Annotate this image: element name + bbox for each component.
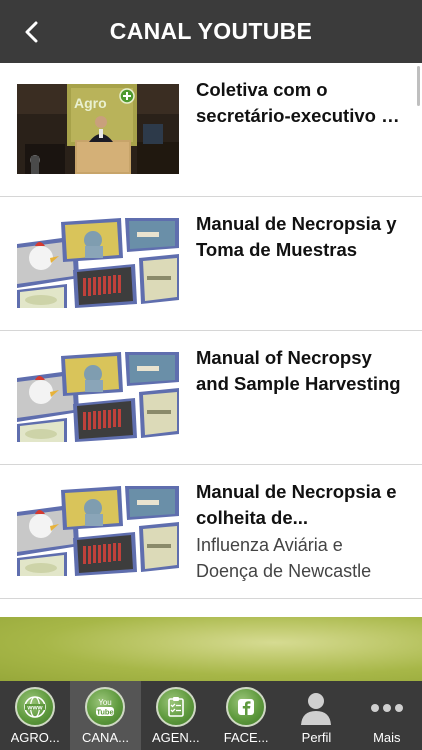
scrollbar[interactable] (417, 66, 420, 106)
more-dots-icon (370, 704, 403, 712)
user-profile-icon (301, 693, 332, 725)
video-item-manual-necropsy-en[interactable]: Manual of Necropsy and Sample Harvesting (0, 331, 422, 465)
tab-agenda[interactable]: AGEN... (141, 681, 211, 750)
video-item-manual-necropsia-es[interactable]: Manual de Necropsia y Toma de Muestras (0, 197, 422, 331)
svg-text:www: www (27, 705, 44, 712)
tab-label: AGRO... (10, 730, 60, 745)
video-item-manual-necropsia-pt[interactable]: Manual de Necropsia e colheita de... Inf… (0, 465, 422, 599)
facebook-icon (238, 699, 255, 715)
youtube-icon: You Tube (96, 698, 115, 716)
tab-perfil[interactable]: Perfil (281, 681, 351, 750)
video-title: Coletiva com o secretário-executivo do M… (196, 79, 404, 126)
video-subtitle: Influenza Aviária e Doença de Newcastle (196, 535, 372, 581)
tab-label: AGEN... (151, 730, 200, 745)
svg-text:You: You (99, 698, 113, 707)
video-item-coletiva[interactable]: Agro Coletiva com o secretário-executivo… (0, 63, 422, 197)
svg-text:Tube: Tube (97, 707, 114, 716)
tab-label: FACE... (223, 730, 269, 745)
video-thumbnail-necropsy-collage (17, 218, 179, 308)
video-title: Manual de Necropsia y Toma de Muestras (196, 213, 397, 260)
page-title: CANAL YOUTUBE (109, 18, 313, 44)
video-title: Manual of Necropsy and Sample Harvesting (196, 347, 401, 394)
chevron-left-icon (25, 21, 38, 43)
tab-label: Mais (373, 730, 401, 745)
tab-label: CANA... (82, 730, 129, 745)
tab-label: Perfil (301, 730, 332, 745)
header-bar: CANAL YOUTUBE (0, 0, 422, 63)
video-thumbnail-press-conference: Agro (17, 84, 179, 174)
tab-canal[interactable]: You Tube CANA... (70, 681, 141, 750)
back-button[interactable] (14, 16, 48, 48)
video-thumbnail-necropsy-collage (17, 486, 179, 576)
tab-bar: www AGRO... You Tube CANA... AGEN... FAC… (0, 681, 422, 750)
video-list[interactable]: Agro Coletiva com o secretário-executivo… (0, 63, 422, 617)
calendar-checklist-icon (168, 697, 184, 717)
tab-agro[interactable]: www AGRO... (0, 681, 70, 750)
tab-mais[interactable]: Mais (352, 681, 422, 750)
globe-www-icon: www (24, 696, 46, 718)
tab-facebook[interactable]: FACE... (211, 681, 281, 750)
video-title: Manual de Necropsia e colheita de... (196, 481, 397, 528)
svg-text:Agro: Agro (74, 95, 107, 111)
ad-banner[interactable] (0, 617, 422, 681)
video-thumbnail-necropsy-collage (17, 352, 179, 442)
